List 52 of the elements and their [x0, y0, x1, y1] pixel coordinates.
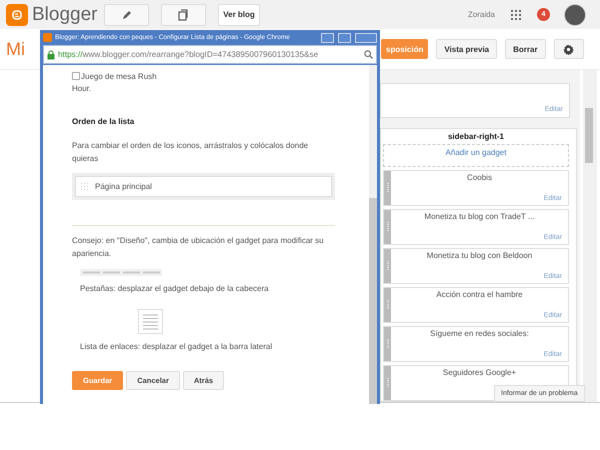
drag-dots-icon	[81, 183, 88, 190]
gadget-title: Monetiza tu blog con TradeT ...	[424, 212, 535, 221]
header-button[interactable]: Vista previa	[436, 39, 498, 59]
apps-grid-icon[interactable]	[511, 10, 521, 20]
header-button[interactable]: sposición	[381, 39, 428, 59]
drag-handle[interactable]	[384, 327, 391, 361]
minimize-button[interactable]	[321, 32, 334, 42]
address-bar[interactable]: https://www.blogger.com/rearrange?blogID=4743895007960130135&se	[43, 45, 377, 64]
drag-handle[interactable]	[384, 249, 391, 283]
list-layout-icon	[138, 309, 163, 334]
new-post-button[interactable]	[104, 4, 149, 26]
documents-icon	[178, 8, 189, 20]
drag-handle[interactable]	[384, 288, 391, 322]
item-label: Página principal	[95, 182, 152, 191]
lock-icon	[47, 50, 55, 60]
posts-button[interactable]	[161, 4, 206, 26]
drag-handle[interactable]	[384, 366, 391, 400]
drag-handle[interactable]	[384, 210, 391, 244]
blog-title: Mi	[6, 38, 25, 58]
list-caption: Lista de enlaces: desplazar el gadget a la barra lateral	[80, 342, 274, 351]
tabs-caption: Pestañas: desplazar el gadget debajo de la cabecera	[80, 284, 270, 293]
blogger-favicon-icon	[43, 33, 52, 42]
drag-handle[interactable]	[384, 171, 391, 205]
blogger-logo-icon[interactable]	[6, 4, 28, 26]
brand-name: Blogger	[32, 4, 98, 26]
gadget-title: Coobis	[467, 173, 492, 182]
url-text: https://www.blogger.com/rearrange?blogID=4743895007960130135&se	[58, 50, 320, 59]
checkbox[interactable]	[72, 72, 80, 80]
section-title: sidebar-right-1	[446, 132, 505, 141]
order-hint: Para cambiar el orden de los iconos, arrástralos y colócalos donde quieras	[72, 140, 310, 165]
scrollbar[interactable]	[583, 70, 597, 402]
scrollbar[interactable]	[369, 65, 377, 404]
header-button[interactable]: Borrar	[505, 39, 546, 59]
gadget-title: Seguidores Google+	[442, 368, 516, 377]
page-checkbox-label[interactable]: Juego de mesa Rush Hour.	[72, 71, 172, 95]
add-gadget-link[interactable]: Añadir un gadget	[383, 144, 569, 167]
close-button[interactable]	[355, 32, 377, 42]
gadget-title: Monetiza tu blog con Beldoon	[426, 251, 532, 260]
gadget-title: Sígueme en redes sociales:	[430, 329, 529, 338]
section-heading: Orden de la lista	[72, 117, 136, 126]
view-blog-button[interactable]: Ver blog	[218, 4, 260, 26]
avatar[interactable]	[564, 4, 586, 26]
user-name[interactable]: Zoraida	[468, 10, 495, 19]
gadget-title: Acción contra el hambre	[436, 290, 523, 299]
maximize-button[interactable]	[338, 32, 351, 42]
pencil-icon	[120, 8, 132, 20]
tip-text: Consejo: en "Diseño", cambia de ubicación el gadget para modificar su apariencia.	[72, 235, 325, 260]
search-icon[interactable]	[364, 50, 373, 59]
sortable-item[interactable]: Página principal	[75, 176, 332, 197]
tabs-layout-icon	[80, 269, 162, 276]
settings-icon	[563, 44, 574, 54]
settings-button[interactable]	[554, 39, 584, 59]
